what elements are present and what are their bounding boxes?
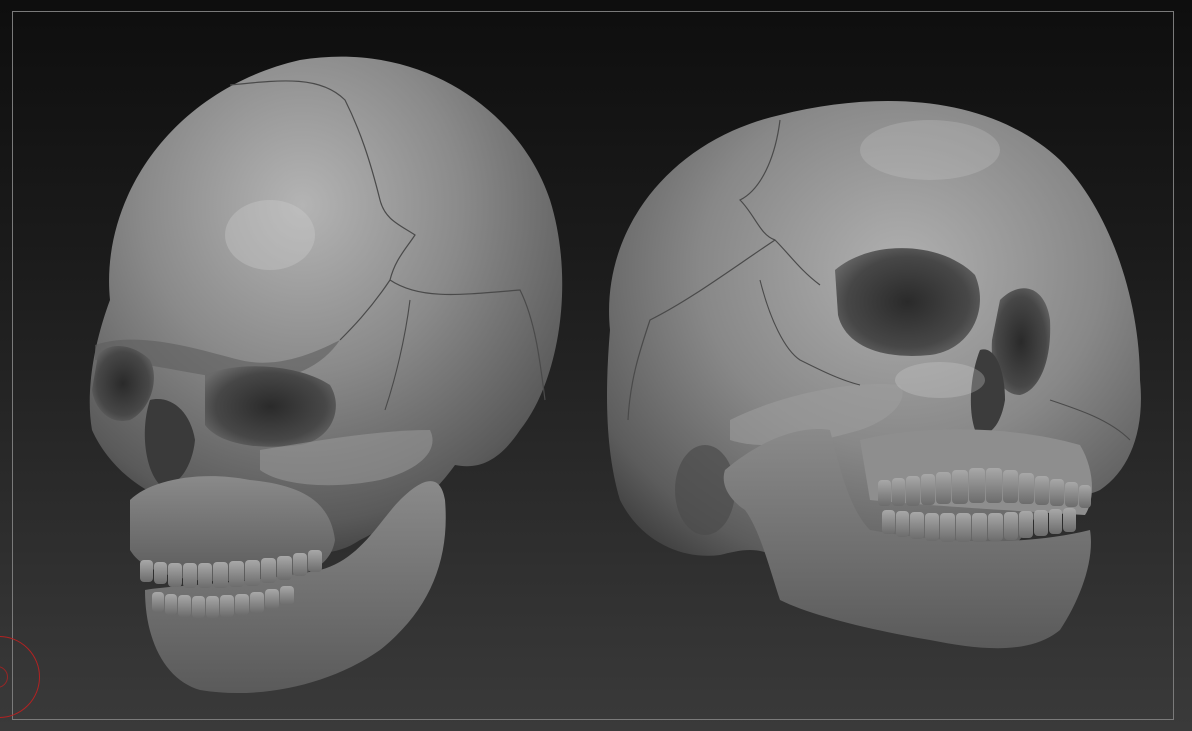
skull-right-highlight-1 [860, 120, 1000, 180]
skull-left[interactable] [89, 56, 563, 694]
viewport-scene[interactable] [0, 0, 1192, 731]
skull-left-eye-socket-2 [205, 366, 336, 447]
skull-left-highlight [225, 200, 315, 270]
skull-right-ear-region [675, 445, 735, 535]
skull-right-highlight-2 [895, 362, 985, 398]
skull-right[interactable] [607, 101, 1141, 649]
skull-right-eye-socket-1 [835, 248, 980, 356]
sculpt-viewport[interactable] [0, 0, 1192, 731]
